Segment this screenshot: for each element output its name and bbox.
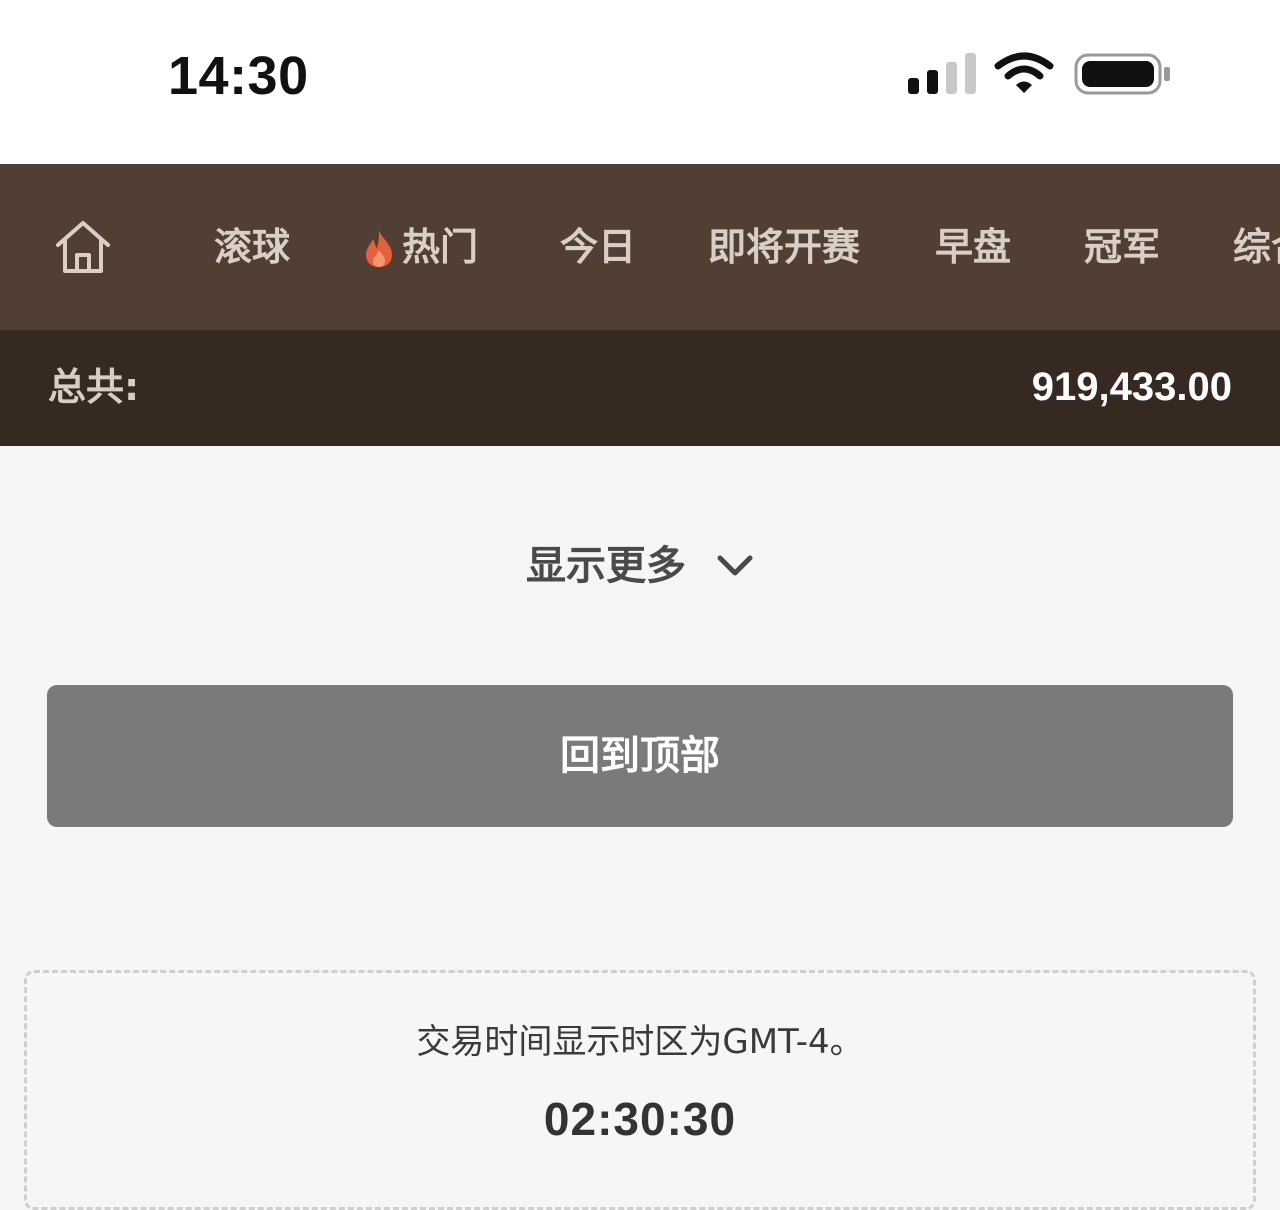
tab-popular-label: 热门 xyxy=(402,225,479,269)
total-label: 总共: xyxy=(48,365,140,409)
timezone-note: 交易时间显示时区为GMT-4。 xyxy=(416,1022,864,1062)
home-icon[interactable] xyxy=(54,219,112,275)
tab-popular[interactable]: 热门 xyxy=(362,220,478,274)
signal-icon xyxy=(908,53,976,94)
total-value: 919,433.00 xyxy=(1031,365,1232,409)
sport-nav-bar: 滚球 热门 今日 即将开赛 早盘 冠军 综合 xyxy=(0,164,1280,330)
timezone-info-box: 交易时间显示时区为GMT-4。 02:30:30 xyxy=(24,970,1256,1210)
total-bar: 总共: 919,433.00 xyxy=(0,330,1280,446)
show-more-label: 显示更多 xyxy=(526,543,686,589)
tab-early[interactable]: 早盘 xyxy=(935,220,1011,274)
back-to-top-button[interactable]: 回到顶部 xyxy=(47,685,1233,827)
tab-combo[interactable]: 综合 xyxy=(1233,220,1280,274)
battery-icon xyxy=(1074,53,1170,95)
fire-icon xyxy=(366,230,392,267)
status-bar: 14:30 xyxy=(0,0,1280,164)
tab-today[interactable]: 今日 xyxy=(560,220,636,274)
status-time: 14:30 xyxy=(168,46,309,106)
timezone-clock: 02:30:30 xyxy=(543,1093,737,1145)
show-more-button[interactable]: 显示更多 xyxy=(0,536,1280,596)
tab-upcoming[interactable]: 即将开赛 xyxy=(708,220,860,274)
tab-outright[interactable]: 冠军 xyxy=(1084,220,1160,274)
wifi-icon xyxy=(994,52,1054,93)
tab-in-play[interactable]: 滚球 xyxy=(214,220,290,274)
chevron-down-icon xyxy=(717,555,753,576)
